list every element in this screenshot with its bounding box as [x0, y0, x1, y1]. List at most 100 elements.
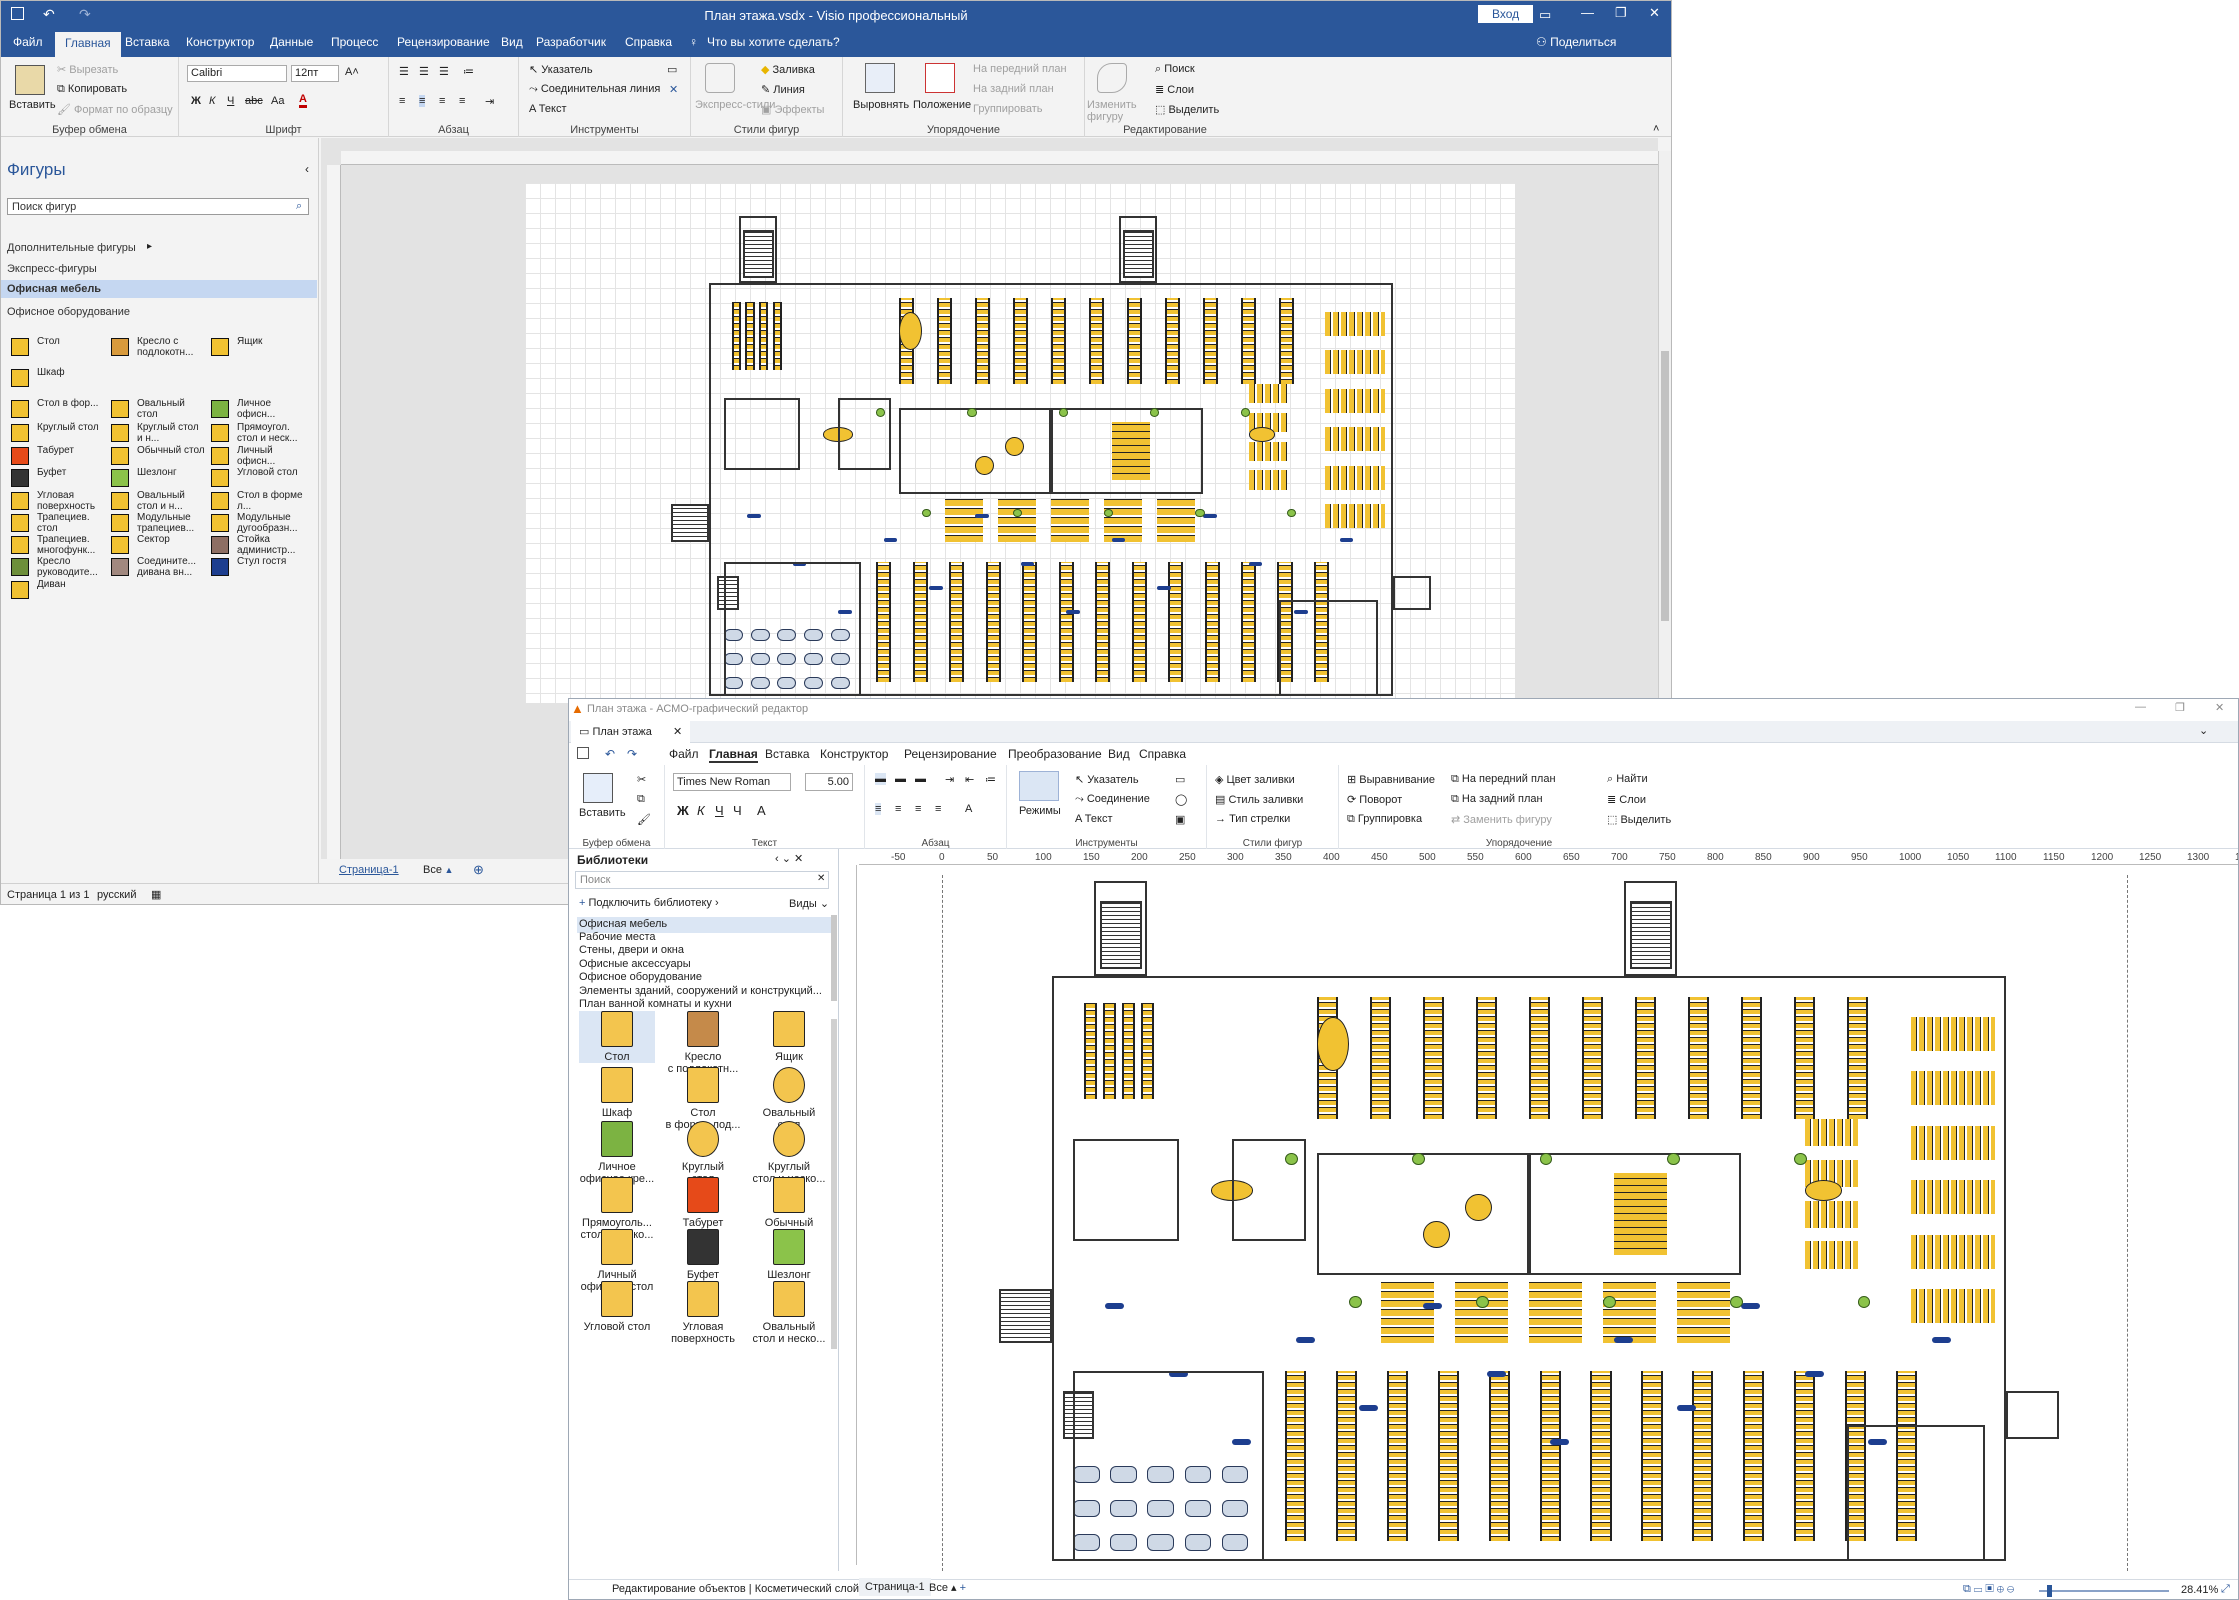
- close-x-icon[interactable]: ✕: [669, 83, 678, 96]
- menu-design[interactable]: Конструктор: [820, 747, 888, 761]
- library-shape-tile[interactable]: Угловой стол: [579, 1281, 655, 1333]
- send-back-button[interactable]: На задний план: [973, 83, 1054, 95]
- change-shape-icon[interactable]: [1097, 63, 1127, 93]
- outdent-icon[interactable]: ⇤: [965, 773, 974, 786]
- tab-review[interactable]: Рецензирование: [397, 35, 490, 49]
- search-icon[interactable]: ⌕: [296, 200, 302, 213]
- tell-me-search[interactable]: Что вы хотите сделать?: [707, 35, 840, 49]
- stencil-shape-icon[interactable]: [111, 558, 129, 576]
- stencil-shape-icon[interactable]: [11, 492, 29, 510]
- paste-button[interactable]: Вставить: [579, 807, 626, 819]
- zoom-thumb[interactable]: [2047, 1585, 2052, 1597]
- italic-button[interactable]: К: [697, 803, 705, 818]
- find-button[interactable]: ⌕ Поиск: [1155, 63, 1195, 76]
- add-page-icon[interactable]: ⊕: [473, 862, 484, 878]
- stencil-shape-icon[interactable]: [11, 447, 29, 465]
- font-size-input[interactable]: 5.00: [805, 773, 853, 791]
- position-icon[interactable]: [925, 63, 955, 93]
- library-shape-tile[interactable]: Креслос подлокотн...: [665, 1011, 741, 1075]
- stencil-shape-icon[interactable]: [11, 424, 29, 442]
- stencil-shape-icon[interactable]: [111, 447, 129, 465]
- menu-view[interactable]: Вид: [1108, 747, 1130, 761]
- send-back-button[interactable]: ⧉ На задний план: [1451, 793, 1543, 806]
- justify-icon[interactable]: ≡: [935, 803, 941, 815]
- stencil-shape-icon[interactable]: [11, 514, 29, 532]
- bold-button[interactable]: Ж: [191, 95, 201, 107]
- library-item[interactable]: Рабочие места: [579, 931, 656, 943]
- stencil-shape-icon[interactable]: [111, 536, 129, 554]
- library-item[interactable]: Офисные аксессуары: [579, 958, 691, 970]
- stencil-shape-label[interactable]: Кресло с подлокотн...: [137, 336, 207, 358]
- format-painter-button[interactable]: 🖌 Формат по образцу: [57, 103, 173, 116]
- maximize-icon[interactable]: ❐: [1615, 5, 1627, 21]
- pointer-tool[interactable]: ↖ Указатель: [1075, 773, 1139, 786]
- copy-button[interactable]: ⧉ Копировать: [57, 83, 127, 96]
- menu-insert[interactable]: Вставка: [765, 747, 810, 761]
- paste-icon[interactable]: [15, 65, 45, 95]
- tab-help[interactable]: Справка: [625, 35, 672, 49]
- line-button[interactable]: ✎ Линия: [761, 83, 805, 96]
- cut-button[interactable]: ✂ Вырезать: [57, 63, 118, 76]
- brush-icon[interactable]: 🖌: [637, 813, 651, 826]
- stencil-shape-icon[interactable]: [211, 447, 229, 465]
- align-center-text-icon[interactable]: ≡: [419, 95, 426, 107]
- pointer-tool[interactable]: ↖ Указатель: [529, 63, 593, 76]
- rectangle-tool-icon[interactable]: ▭: [1175, 773, 1185, 786]
- stencil-shape-icon[interactable]: [211, 400, 229, 418]
- stencil-shape-icon[interactable]: [11, 581, 29, 599]
- all-pages-tab[interactable]: Все ▴ +: [929, 1581, 966, 1594]
- indent-icon[interactable]: ⇥: [485, 95, 494, 108]
- font-name-select[interactable]: Times New Roman: [673, 773, 791, 791]
- position-button[interactable]: Положение: [913, 99, 971, 111]
- connect-library-link[interactable]: + Подключить библиотеку ›: [579, 897, 719, 909]
- quick-styles-icon[interactable]: [705, 63, 735, 93]
- stencil-shape-label[interactable]: Модульные дугообразн...: [237, 512, 307, 534]
- align-right-icon[interactable]: ≡: [439, 95, 445, 107]
- align-top-icon[interactable]: ☰: [399, 65, 409, 78]
- strike-button[interactable]: Ч: [733, 803, 742, 818]
- tab-view[interactable]: Вид: [501, 35, 523, 49]
- stencil-shape-icon[interactable]: [11, 338, 29, 356]
- close-icon[interactable]: ✕: [1649, 5, 1660, 21]
- font-color-icon[interactable]: A: [757, 803, 766, 818]
- select-button[interactable]: ⬚ Выделить: [1607, 813, 1671, 826]
- stencil-shape-label[interactable]: Угловой стол: [237, 467, 307, 478]
- select-button[interactable]: ⬚ Выделить: [1155, 103, 1219, 116]
- collapse-ribbon-icon[interactable]: ˄: [1653, 123, 1659, 135]
- save-icon[interactable]: [577, 747, 589, 759]
- font-name-select[interactable]: Calibri: [187, 65, 287, 82]
- macro-icon[interactable]: ▦: [151, 888, 161, 901]
- library-item[interactable]: Офисное оборудование: [579, 971, 702, 983]
- library-item[interactable]: Стены, двери и окна: [579, 944, 684, 956]
- collapse-panel-icon[interactable]: ‹: [305, 162, 309, 176]
- floor-plan-drawing[interactable]: [671, 216, 1431, 696]
- tab-list-icon[interactable]: ⌄: [2199, 724, 2208, 737]
- ribbon-display-icon[interactable]: ▭: [1539, 7, 1551, 23]
- font-color-icon[interactable]: A: [299, 93, 307, 108]
- italic-button[interactable]: К: [209, 95, 215, 107]
- library-shape-tile[interactable]: Личноеофисное кре...: [579, 1121, 655, 1185]
- stencil-shape-icon[interactable]: [111, 469, 129, 487]
- tab-file[interactable]: Файл: [13, 35, 43, 49]
- stencil-shape-label[interactable]: Табурет: [37, 445, 107, 456]
- replace-shape-button[interactable]: ⇄ Заменить фигуру: [1451, 813, 1552, 826]
- stencil-shape-label[interactable]: Стол: [37, 336, 107, 347]
- align-icon[interactable]: [865, 63, 895, 93]
- add-page-icon[interactable]: +: [960, 1582, 966, 1594]
- stencil-shape-label[interactable]: Соедините... дивана вн...: [137, 556, 207, 578]
- justify-icon[interactable]: ≡: [459, 95, 465, 107]
- align-bottom-icon[interactable]: ▬: [915, 773, 926, 785]
- stencil-shape-label[interactable]: Диван: [37, 579, 107, 590]
- menu-review[interactable]: Рецензирование: [904, 747, 997, 761]
- stencil-shape-label[interactable]: Овальный стол: [137, 398, 207, 420]
- stencil-shape-icon[interactable]: [211, 469, 229, 487]
- tab-process[interactable]: Процесс: [331, 35, 378, 49]
- fit-page-icon[interactable]: ⤢: [2221, 1583, 2230, 1596]
- stencil-shape-label[interactable]: Шезлонг: [137, 467, 207, 478]
- grow-font-icon[interactable]: A˄: [345, 66, 359, 78]
- stencil-shape-label[interactable]: Угловая поверхность: [37, 490, 107, 512]
- library-shape-tile[interactable]: Табурет: [665, 1177, 741, 1229]
- panel-nav-icons[interactable]: ‹ ⌄ ✕: [775, 852, 803, 865]
- minimize-icon[interactable]: —: [2135, 701, 2146, 713]
- library-shape-tile[interactable]: Шезлонг: [751, 1229, 827, 1281]
